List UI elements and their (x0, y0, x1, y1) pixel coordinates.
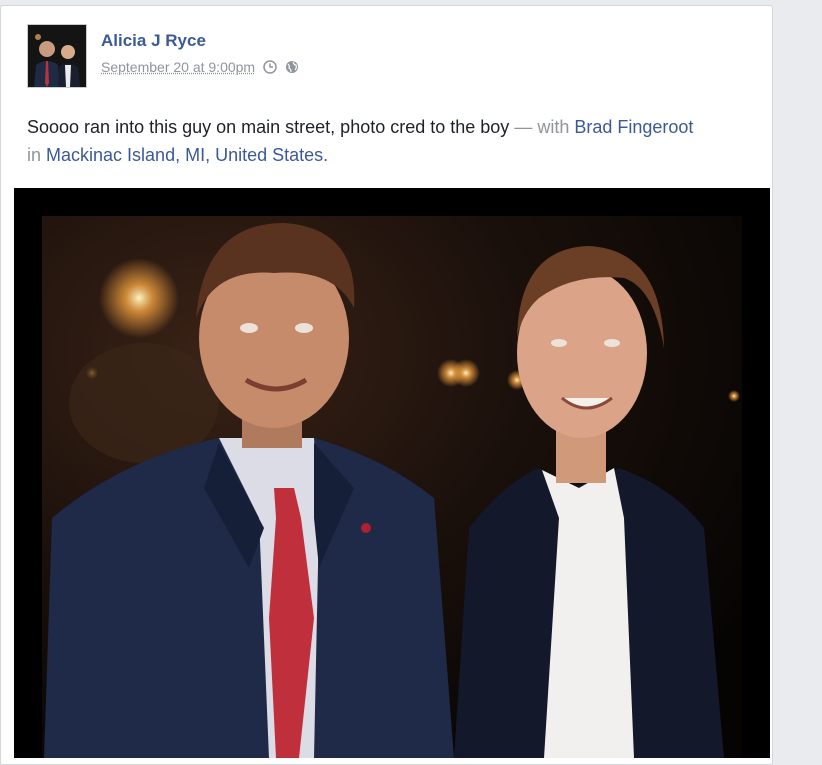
globe-icon[interactable] (285, 60, 299, 74)
author-name-link[interactable]: Alicia J Ryce (101, 31, 206, 51)
author-avatar[interactable] (27, 24, 87, 88)
post-message: Soooo ran into this guy on main street, … (27, 113, 767, 169)
location-suffix: . (323, 145, 329, 165)
post-message-text: Soooo ran into this guy on main street, … (27, 117, 510, 137)
tagged-friend-link[interactable]: Brad Fingeroot (574, 117, 693, 137)
post-meta: September 20 at 9:00pm (101, 59, 307, 75)
post-photo[interactable] (14, 188, 770, 758)
post-timestamp-link[interactable]: September 20 at 9:00pm (101, 59, 255, 75)
post-card: Alicia J Ryce September 20 at 9:00pm Soo… (0, 5, 773, 765)
location-prefix: in (27, 145, 47, 165)
location-link[interactable]: Mackinac Island, MI, United States (46, 145, 323, 165)
clock-icon (263, 60, 277, 74)
with-separator: — with (509, 117, 575, 137)
